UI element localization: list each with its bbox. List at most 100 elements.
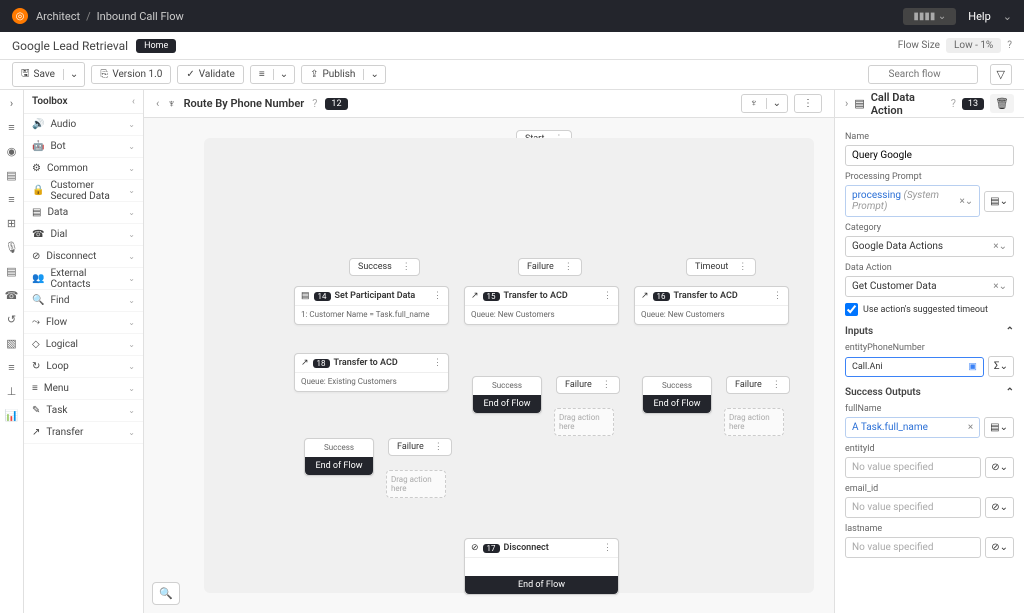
- panel-icon: ▤: [854, 97, 864, 110]
- breadcrumb-app[interactable]: Architect: [36, 10, 80, 23]
- entityid-input[interactable]: No value specified: [845, 457, 981, 478]
- zoom-button[interactable]: 🔍: [152, 582, 180, 605]
- node-disconnect[interactable]: ⊘17Disconnect⋮ End of Flow: [464, 538, 619, 595]
- save-button[interactable]: 🖫 Save⌄: [12, 62, 85, 87]
- success-collapse-icon[interactable]: ⌃: [1006, 387, 1014, 398]
- fullname-input[interactable]: A Task.full_name×: [845, 417, 980, 438]
- toolbox-item-disconnect[interactable]: ⊘Disconnect⌄: [24, 246, 143, 268]
- node-transfer-acd-15[interactable]: ↗15Transfer to ACD⋮ Queue: New Customers: [464, 286, 619, 325]
- lastname-action[interactable]: ⊘⌄: [985, 537, 1014, 558]
- inputs-collapse-icon[interactable]: ⌃: [1006, 326, 1014, 337]
- toolbox-item-data[interactable]: ▤Data⌄: [24, 202, 143, 224]
- toolbox-item-dial[interactable]: ☎Dial⌄: [24, 224, 143, 246]
- rail-icon-5[interactable]: ⊞: [5, 216, 19, 230]
- entity-phone-fx[interactable]: Σ⌄: [988, 356, 1014, 377]
- breadcrumb-flow[interactable]: Inbound Call Flow: [97, 10, 184, 23]
- toolbox-item-find[interactable]: 🔍Find⌄: [24, 290, 143, 312]
- external-icon: ↗: [301, 358, 309, 368]
- rail-icon-7[interactable]: ▤: [5, 264, 19, 278]
- drag-placeholder-18[interactable]: Drag action here: [386, 470, 446, 498]
- user-menu[interactable]: ▮▮▮▮ ⌄: [903, 8, 956, 25]
- toolbox-item-icon: ⊘: [32, 251, 40, 262]
- panel-expand-icon[interactable]: ›: [845, 97, 848, 110]
- node-set-participant-data[interactable]: ▤14Set Participant Data⋮ 1: Customer Nam…: [294, 286, 449, 325]
- toolbox-item-audio[interactable]: 🔊Audio⌄: [24, 114, 143, 136]
- help-icon[interactable]: ?: [1007, 40, 1012, 51]
- toolbox-item-logical[interactable]: ◇Logical⌄: [24, 334, 143, 356]
- drag-placeholder-16[interactable]: Drag action here: [724, 408, 784, 436]
- search-input[interactable]: [868, 65, 978, 84]
- canvas-help-icon[interactable]: ?: [312, 97, 317, 110]
- drag-placeholder-15[interactable]: Drag action here: [554, 408, 614, 436]
- outcome-success-16[interactable]: Success End of Flow: [642, 376, 712, 414]
- panel-help-icon[interactable]: ?: [951, 97, 956, 110]
- rail-icon-9[interactable]: ↺: [5, 312, 19, 326]
- delete-button[interactable]: 🗑: [990, 94, 1014, 113]
- toolbox-collapse-icon[interactable]: ‹: [132, 96, 135, 107]
- inputs-section[interactable]: Inputs: [845, 326, 873, 337]
- rail-icon-10[interactable]: ▧: [5, 336, 19, 350]
- toolbox-item-icon: ↻: [32, 361, 40, 372]
- entityid-action[interactable]: ⊘⌄: [985, 457, 1014, 478]
- rail-icon-2[interactable]: ◉: [5, 144, 19, 158]
- list-button[interactable]: ≡⌄: [250, 65, 295, 84]
- rail-icon-3[interactable]: ▤: [5, 168, 19, 182]
- filter-button[interactable]: ▽: [990, 64, 1012, 85]
- validate-button[interactable]: ✓ Validate: [177, 65, 244, 84]
- toolbox-item-flow[interactable]: ⤳Flow⌄: [24, 312, 143, 334]
- branch-failure[interactable]: Failure⋮: [518, 258, 582, 276]
- icon-rail: › ≡ ◉ ▤ ≡ ⊞ 🎙 ▤ ☎ ↺ ▧ ≡ ⊥ 📊: [0, 90, 24, 613]
- publish-dropdown[interactable]: ⌄: [363, 69, 384, 80]
- entity-phone-input[interactable]: Call.Ani▣: [845, 357, 984, 377]
- rail-icon-13[interactable]: 📊: [5, 408, 19, 422]
- node-transfer-acd-18[interactable]: ↗18Transfer to ACD⋮ Queue: Existing Cust…: [294, 353, 449, 392]
- name-input[interactable]: [845, 145, 1014, 166]
- save-dropdown[interactable]: ⌄: [63, 69, 84, 80]
- collapse-icon[interactable]: ‹: [156, 97, 159, 110]
- outcome-failure-16[interactable]: Failure⋮: [726, 376, 790, 394]
- processing-prompt-action[interactable]: ▤⌄: [984, 191, 1014, 212]
- branch-success[interactable]: Success⋮: [349, 258, 420, 276]
- rail-icon-11[interactable]: ≡: [5, 360, 19, 374]
- toolbox-item-bot[interactable]: 🤖Bot⌄: [24, 136, 143, 158]
- toolbox-item-external-contacts[interactable]: 👥External Contacts⌄: [24, 268, 143, 290]
- success-outputs-section[interactable]: Success Outputs: [845, 387, 921, 398]
- toolbox-item-icon: ⚙: [32, 163, 41, 174]
- help-menu[interactable]: Help: [968, 10, 991, 23]
- branch-timeout[interactable]: Timeout⋮: [686, 258, 756, 276]
- rail-collapse-icon[interactable]: ›: [5, 96, 19, 110]
- version-button[interactable]: ⎘ Version 1.0: [91, 65, 171, 84]
- flow-canvas[interactable]: Start⋮ ▤13Query Google⋮ Action: Get Cust…: [144, 118, 834, 613]
- toolbox-item-transfer[interactable]: ↗Transfer⌄: [24, 422, 143, 444]
- category-select[interactable]: Google Data Actions×⌄: [845, 236, 1014, 257]
- outcome-failure-18[interactable]: Failure⋮: [388, 438, 452, 456]
- toolbox-item-icon: 👥: [32, 273, 44, 284]
- publish-button[interactable]: ⇪ Publish⌄: [301, 65, 386, 84]
- home-button[interactable]: Home: [136, 39, 176, 53]
- toolbox-item-loop[interactable]: ↻Loop⌄: [24, 356, 143, 378]
- toolbox-item-task[interactable]: ✎Task⌄: [24, 400, 143, 422]
- outcome-failure-15[interactable]: Failure⋮: [556, 376, 620, 394]
- canvas-more-button[interactable]: ⋮: [794, 94, 822, 113]
- rail-icon-4[interactable]: ≡: [5, 192, 19, 206]
- email-action[interactable]: ⊘⌄: [985, 497, 1014, 518]
- email-input[interactable]: No value specified: [845, 497, 981, 518]
- flow-title: Google Lead Retrieval: [12, 39, 128, 53]
- rail-icon-8[interactable]: ☎: [5, 288, 19, 302]
- toolbox-item-customer-secured-data[interactable]: 🔒Customer Secured Data⌄: [24, 180, 143, 202]
- node-transfer-acd-16[interactable]: ↗16Transfer to ACD⋮ Queue: New Customers: [634, 286, 789, 325]
- use-timeout-checkbox[interactable]: [845, 303, 858, 316]
- rail-icon-6[interactable]: 🎙: [5, 240, 19, 254]
- rail-icon-1[interactable]: ≡: [5, 120, 19, 134]
- toolbox-item-menu[interactable]: ≡Menu⌄: [24, 378, 143, 400]
- lastname-input[interactable]: No value specified: [845, 537, 981, 558]
- processing-prompt-select[interactable]: processing (System Prompt)×⌄: [845, 185, 980, 217]
- outcome-success-15[interactable]: Success End of Flow: [472, 376, 542, 414]
- toolbox-item-common[interactable]: ⚙Common⌄: [24, 158, 143, 180]
- rail-icon-12[interactable]: ⊥: [5, 384, 19, 398]
- fullname-action[interactable]: ▤⌄: [984, 417, 1014, 438]
- data-action-select[interactable]: Get Customer Data×⌄: [845, 276, 1014, 297]
- outcome-success-18[interactable]: Success End of Flow: [304, 438, 374, 476]
- canvas-badge: 12: [325, 98, 347, 110]
- canvas-layout-button[interactable]: ♆⌄: [741, 94, 788, 113]
